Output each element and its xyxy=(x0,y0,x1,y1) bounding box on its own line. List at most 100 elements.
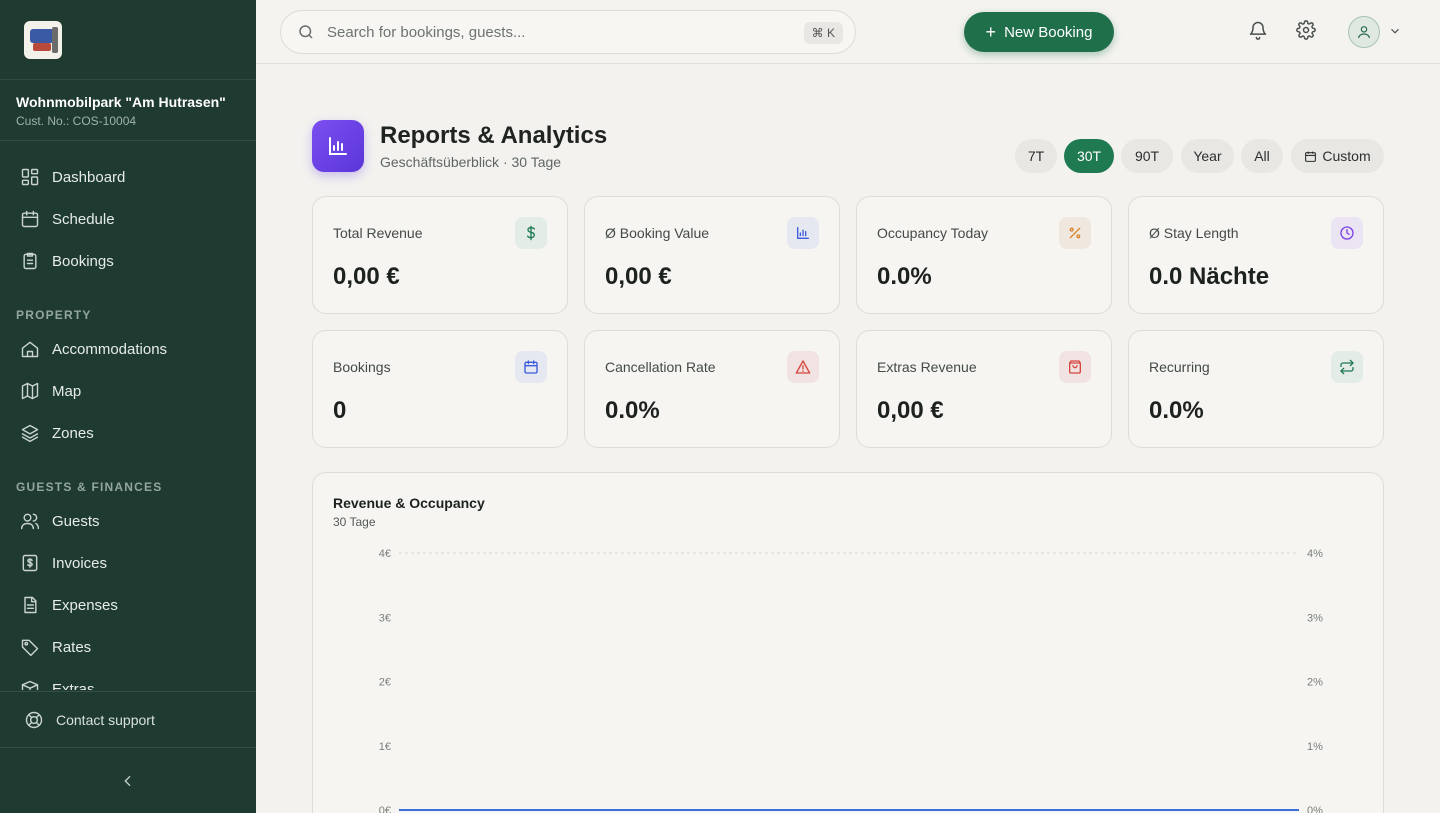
alert-icon xyxy=(787,351,819,383)
range-all-button[interactable]: All xyxy=(1241,139,1283,173)
sidebar-item-rates[interactable]: Rates xyxy=(0,626,256,668)
brand-logo[interactable] xyxy=(24,20,62,59)
kpi-value: 0.0 Nächte xyxy=(1149,263,1270,290)
sidebar-item-label: Dashboard xyxy=(52,168,126,186)
logo-area xyxy=(0,0,256,80)
sidebar-item-schedule[interactable]: Schedule xyxy=(0,198,256,240)
bag-icon xyxy=(1059,351,1091,383)
new-booking-label: New Booking xyxy=(1004,23,1093,41)
search-input[interactable] xyxy=(327,23,787,41)
document-icon xyxy=(24,596,37,614)
sidebar-item-map[interactable]: Map xyxy=(0,370,256,412)
sidebar: Wohnmobilpark "Am Hutrasen" Cust. No.: C… xyxy=(0,0,256,813)
calendar-icon xyxy=(1305,151,1317,162)
home-icon xyxy=(21,341,39,358)
user-menu-toggle[interactable] xyxy=(1388,24,1404,40)
sidebar-item-label: Bookings xyxy=(52,252,114,270)
kpi-value: 0 xyxy=(333,397,347,424)
y-right-tick-label: 0% xyxy=(1307,805,1323,813)
kpi-label: Ø Booking Value xyxy=(605,225,710,241)
sidebar-item-accommodations[interactable]: Accommodations xyxy=(0,328,256,370)
sidebar-item-bookings[interactable]: Bookings xyxy=(0,240,256,282)
settings-button[interactable] xyxy=(1296,20,1320,44)
user-avatar[interactable] xyxy=(1348,16,1380,48)
revenue-occupancy-chart: Revenue & Occupancy 30 Tage 4€ 4% 3€ 3% 2€ 2%… xyxy=(312,472,1384,813)
sidebar-item-guests[interactable]: Guests xyxy=(0,500,256,542)
collapse-sidebar-button[interactable] xyxy=(116,766,140,796)
search-bar[interactable]: ⌘ K xyxy=(280,10,856,54)
kpi-value: 0,00 € xyxy=(605,263,672,290)
kpi-card-total-revenue: Total Revenue 0,00 € xyxy=(312,196,568,314)
range-7t-button[interactable]: 7T xyxy=(1015,139,1057,173)
chevron-left-icon xyxy=(124,775,131,787)
range-custom-button[interactable]: Custom xyxy=(1291,139,1384,173)
sidebar-item-label: Schedule xyxy=(52,210,115,228)
kpi-label: Cancellation Rate xyxy=(605,359,716,375)
notifications-button[interactable] xyxy=(1248,20,1272,44)
kpi-value: 0.0% xyxy=(877,263,932,290)
page-subtitle: Geschäftsüberblick · 30 Tage xyxy=(380,154,562,170)
new-booking-button[interactable]: + New Booking xyxy=(964,12,1114,52)
kpi-card-extras-revenue: Extras Revenue 0,00 € xyxy=(856,330,1112,448)
kpi-label: Bookings xyxy=(333,359,391,375)
range-30t-button[interactable]: 30T xyxy=(1064,139,1114,173)
bell-icon xyxy=(1249,21,1267,40)
sidebar-item-label: Accommodations xyxy=(52,340,168,358)
y-left-tick-label: 1€ xyxy=(379,741,391,753)
kpi-label: Occupancy Today xyxy=(877,225,989,241)
sidebar-item-label: Guests xyxy=(52,512,100,530)
y-right-tick-label: 4% xyxy=(1307,548,1323,560)
kpi-value: 0,00 € xyxy=(877,397,944,424)
y-left-tick-label: 4€ xyxy=(379,548,391,560)
clock-icon xyxy=(1331,217,1363,249)
kpi-card-recurring: Recurring 0.0% xyxy=(1128,330,1384,448)
kpi-card-stay-length: Ø Stay Length 0.0 Nächte xyxy=(1128,196,1384,314)
y-right-tick-label: 1% xyxy=(1307,741,1323,753)
kpi-card-bookings: Bookings 0 xyxy=(312,330,568,448)
contact-support-button[interactable]: Contact support xyxy=(0,691,256,748)
sidebar-nav: Dashboard Schedule Bookings PROPERTY Acc… xyxy=(0,142,256,690)
invoice-icon xyxy=(22,554,38,572)
bar-chart-icon xyxy=(329,137,347,155)
calendar-icon xyxy=(515,351,547,383)
sidebar-item-label: Map xyxy=(52,382,82,400)
sidebar-item-label: Zones xyxy=(52,424,94,442)
kpi-label: Ø Stay Length xyxy=(1149,225,1239,241)
search-icon xyxy=(299,25,313,39)
user-icon xyxy=(1358,26,1370,39)
kpi-value: 0.0% xyxy=(605,397,660,424)
contact-support-label: Contact support xyxy=(56,711,155,728)
range-90t-button[interactable]: 90T xyxy=(1121,139,1173,173)
sidebar-item-dashboard[interactable]: Dashboard xyxy=(0,156,256,198)
calendar-icon xyxy=(21,210,39,228)
chart-plot: 4€ 4% 3€ 3% 2€ 2% 1€ 1% 0€ 0% xyxy=(379,548,1323,813)
sidebar-item-extras[interactable]: Extras xyxy=(0,668,256,690)
lifebuoy-icon xyxy=(25,711,43,728)
account-info[interactable]: Wohnmobilpark "Am Hutrasen" Cust. No.: C… xyxy=(0,80,256,141)
range-year-button[interactable]: Year xyxy=(1181,139,1234,173)
chevron-down-icon xyxy=(1391,28,1399,34)
sidebar-item-label: Expenses xyxy=(52,596,118,614)
kpi-label: Total Revenue xyxy=(333,225,423,241)
search-shortcut-badge: ⌘ K xyxy=(803,22,843,44)
customer-number: Cust. No.: COS-10004 xyxy=(16,114,137,128)
sidebar-item-invoices[interactable]: Invoices xyxy=(0,542,256,584)
sidebar-item-expenses[interactable]: Expenses xyxy=(0,584,256,626)
y-right-tick-label: 2% xyxy=(1307,677,1323,689)
y-left-tick-label: 2€ xyxy=(379,677,391,689)
kpi-value: 0,00 € xyxy=(333,263,400,290)
tag-icon xyxy=(21,639,39,657)
map-icon xyxy=(21,382,39,400)
users-icon xyxy=(20,513,40,530)
sidebar-item-zones[interactable]: Zones xyxy=(0,412,256,454)
plus-icon: + xyxy=(985,21,997,42)
range-custom-label: Custom xyxy=(1322,148,1371,164)
kpi-label: Extras Revenue xyxy=(877,359,977,375)
page-title: Reports & Analytics xyxy=(380,122,608,149)
account-name: Wohnmobilpark "Am Hutrasen" xyxy=(16,94,226,110)
bar-chart-icon xyxy=(787,217,819,249)
top-bar: ⌘ K + New Booking xyxy=(256,0,1440,64)
y-left-tick-label: 0€ xyxy=(379,805,391,813)
section-guests-finances: GUESTS & FINANCES xyxy=(16,480,163,494)
sidebar-item-label: Rates xyxy=(52,638,92,656)
